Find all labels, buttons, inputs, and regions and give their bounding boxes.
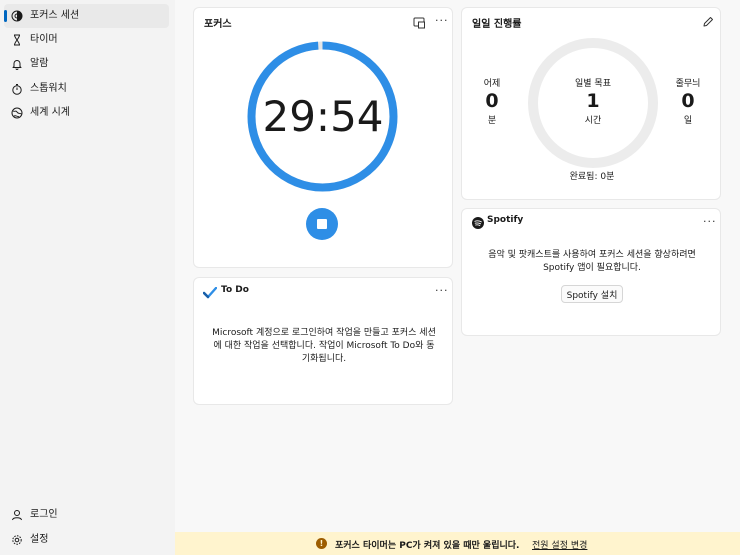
sidebar-item-timer[interactable]: 타이머 — [4, 28, 169, 52]
sidebar-item-label: 설정 — [30, 534, 49, 545]
active-indicator — [4, 10, 7, 22]
spotify-more-button[interactable]: ··· — [703, 216, 717, 227]
sidebar-item-world-clock[interactable]: 세계 시계 — [4, 101, 169, 125]
edit-icon[interactable] — [702, 13, 716, 27]
todo-message: Microsoft 계정으로 로그인하여 작업을 만들고 포커스 세션에 대한 … — [212, 328, 436, 364]
sidebar-item-label: 로그인 — [30, 509, 58, 520]
sidebar-item-label: 세계 시계 — [30, 107, 70, 118]
spotify-card: Spotify ··· 음악 및 팟캐스트를 사용하여 포커스 세션을 향상하려… — [461, 208, 721, 336]
bell-icon — [10, 57, 24, 71]
spotify-message: 음악 및 팟캐스트를 사용하여 포커스 세션을 향상하려면 Spotify 앱이… — [488, 250, 696, 273]
daily-goal-stat: 일별 목표 1 시간 — [558, 76, 628, 126]
yesterday-stat: 어제 0 분 — [472, 76, 512, 126]
todo-title: To Do — [221, 285, 249, 295]
stop-button[interactable] — [306, 208, 338, 240]
yesterday-value: 0 — [485, 90, 499, 112]
power-settings-link[interactable]: 전원 설정 변경 — [532, 538, 587, 551]
focus-more-button[interactable]: ··· — [435, 15, 449, 26]
sidebar-item-focus-session[interactable]: 포커스 세션 — [4, 4, 169, 28]
sidebar-item-label: 타이머 — [30, 34, 58, 45]
focus-card: 포커스 ··· 29:54 — [193, 7, 453, 268]
streak-unit: 일 — [683, 116, 693, 126]
streak-value: 0 — [681, 90, 695, 112]
hourglass-icon — [10, 33, 24, 47]
sidebar-item-label: 알람 — [30, 58, 49, 69]
streak-caption: 줄무늬 — [675, 79, 701, 89]
focus-card-title: 포커스 — [204, 19, 232, 30]
power-warning-banner: ! 포커스 타이머는 PC가 켜져 있을 때만 울립니다. 전원 설정 변경 — [175, 532, 740, 555]
person-icon — [10, 508, 24, 522]
daily-progress-title: 일일 진행률 — [472, 19, 522, 30]
warning-icon: ! — [316, 538, 327, 549]
spotify-name: Spotify — [487, 215, 524, 225]
install-spotify-button[interactable]: Spotify 설치 — [561, 285, 623, 303]
todo-more-button[interactable]: ··· — [435, 285, 449, 296]
daily-goal-unit: 시간 — [584, 116, 602, 126]
spotify-logo-icon — [472, 214, 484, 229]
sidebar-item-label: 스톱워치 — [30, 83, 67, 94]
focus-icon — [10, 9, 24, 23]
sidebar-item-stopwatch[interactable]: 스톱워치 — [4, 77, 169, 101]
stopwatch-icon — [10, 82, 24, 96]
daily-progress-card: 일일 진행률 어제 0 분 일별 목표 1 시간 줄무늬 0 일 완료됨: 0분 — [461, 7, 721, 200]
daily-goal-caption: 일별 목표 — [575, 79, 611, 89]
stop-icon — [317, 219, 327, 229]
sidebar-item-sign-in[interactable]: 로그인 — [4, 503, 169, 527]
globe-icon — [10, 106, 24, 120]
sidebar-item-settings[interactable]: 설정 — [4, 528, 169, 552]
compact-overlay-icon[interactable] — [413, 14, 427, 29]
banner-message: 포커스 타이머는 PC가 켜져 있을 때만 울립니다. — [335, 541, 520, 551]
main-content: 포커스 ··· 29:54 일일 진행률 어제 0 분 일별 목표 1 시간 줄… — [175, 0, 740, 532]
focus-timer-display: 29:54 — [262, 92, 384, 141]
todo-check-icon — [202, 284, 218, 299]
sidebar: 포커스 세션 타이머 알람 스톱워치 세계 시계 로그인 설정 — [0, 0, 175, 555]
sidebar-item-label: 포커스 세션 — [30, 10, 80, 21]
gear-icon — [10, 533, 24, 547]
completed-text: 완료됨: 0분 — [569, 172, 615, 182]
yesterday-unit: 분 — [487, 116, 497, 126]
streak-stat: 줄무늬 0 일 — [668, 76, 708, 126]
daily-goal-value: 1 — [586, 90, 600, 112]
yesterday-caption: 어제 — [483, 79, 501, 89]
sidebar-item-alarm[interactable]: 알람 — [4, 52, 169, 76]
todo-card: To Do ··· Microsoft 계정으로 로그인하여 작업을 만들고 포… — [193, 277, 453, 405]
